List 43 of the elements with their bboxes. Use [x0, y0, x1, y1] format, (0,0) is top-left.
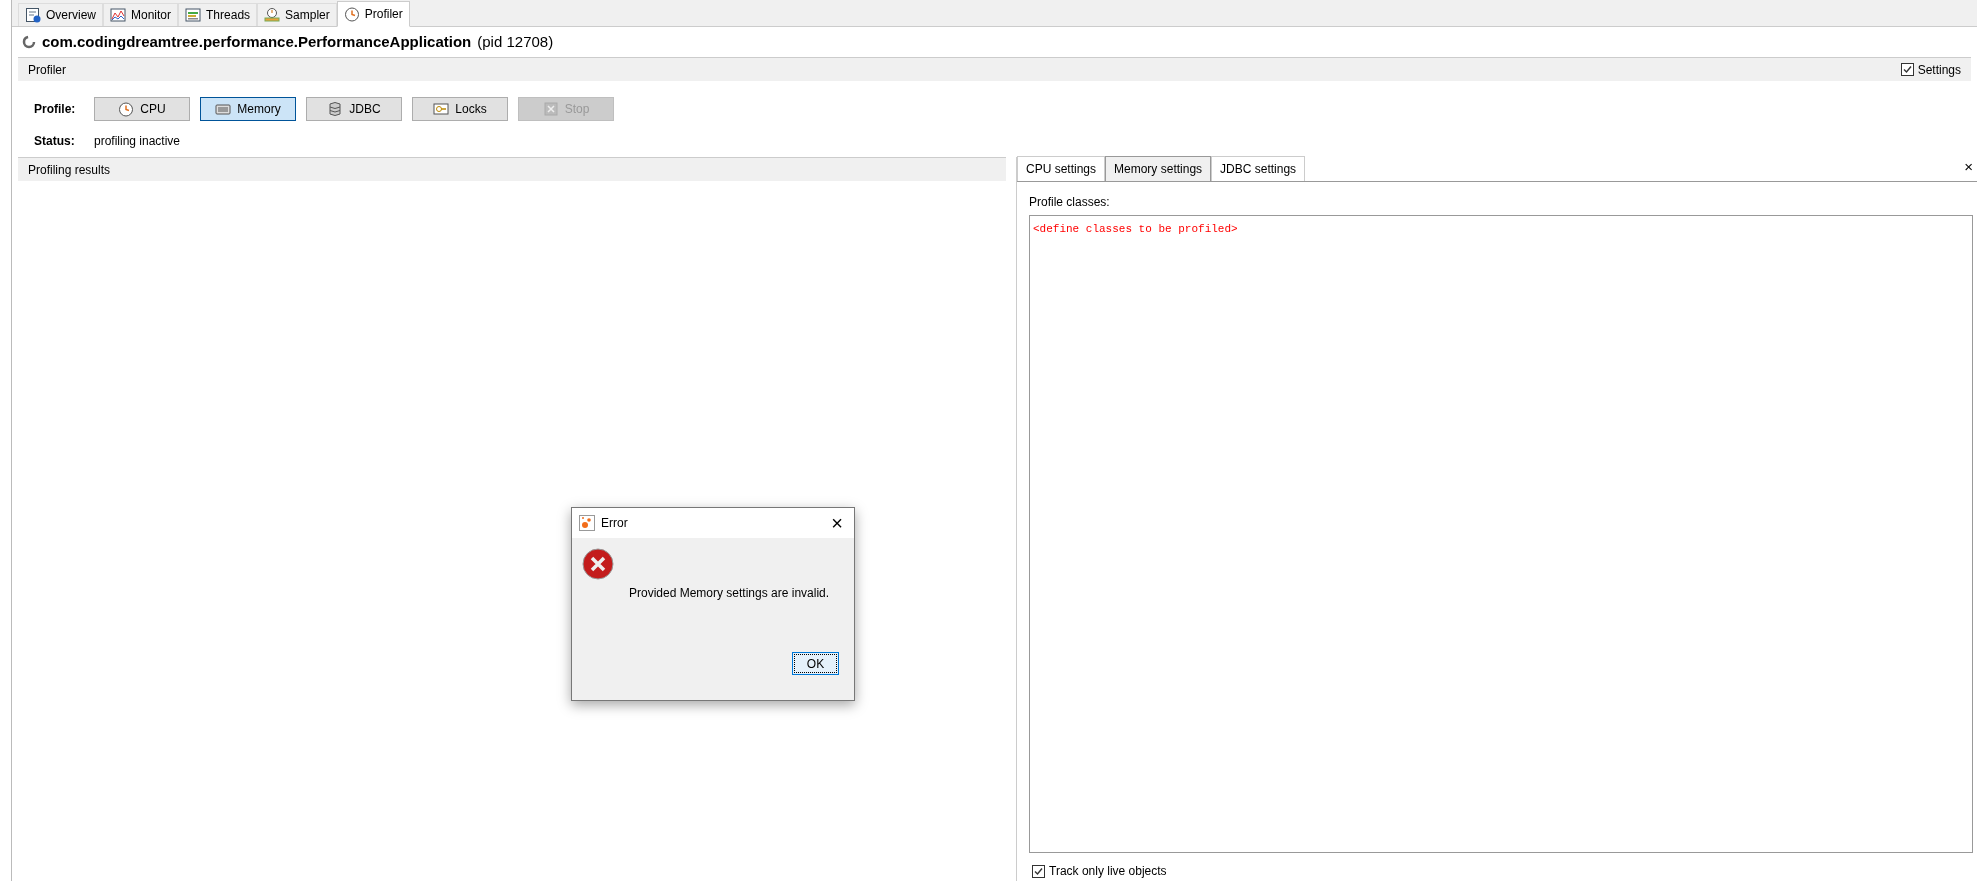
tab[interactable]: Threads	[178, 3, 258, 26]
app-icon	[579, 515, 595, 531]
memory-chip-icon	[215, 101, 232, 117]
checkbox[interactable]	[1032, 864, 1045, 878]
profile-label: Profile:	[34, 101, 74, 118]
threads-icon	[185, 7, 202, 23]
error-message: Provided Memory settings are invalid.	[629, 585, 830, 602]
profile-button[interactable]: Locks	[412, 97, 508, 121]
settings-tab[interactable]: JDBC settings	[1211, 156, 1306, 181]
profile-classes-label: Profile classes:	[1029, 194, 1111, 211]
profile-button[interactable]: CPU	[94, 97, 190, 121]
status-value: profiling inactive	[94, 133, 181, 150]
dialog-title: Error	[601, 515, 628, 532]
settings-label[interactable]: Settings	[1917, 60, 1961, 79]
chart-icon	[110, 7, 126, 23]
process-id: (pid 12708)	[477, 31, 554, 52]
tab[interactable]: Profiler	[336, 1, 410, 27]
results-title: Profiling results	[28, 161, 111, 179]
clock-icon	[118, 101, 135, 117]
document-info-icon	[25, 7, 41, 23]
settings-tab[interactable]: CPU settings	[1017, 156, 1106, 181]
database-icon	[327, 101, 344, 117]
close-button[interactable]: ×	[831, 513, 843, 533]
settings-tab[interactable]: Memory settings	[1105, 156, 1212, 181]
close-button[interactable]: ×	[1964, 159, 1973, 174]
profile-button[interactable]: JDBC	[306, 97, 402, 121]
section-title: Profiler	[28, 61, 66, 79]
track-live-label[interactable]: Track only live objects	[1049, 862, 1167, 880]
stop-icon	[542, 101, 559, 117]
clock-icon	[343, 6, 360, 22]
application-name: com.codingdreamtree.performance.PerformanceApplication	[42, 31, 472, 52]
ok-button[interactable]: OK	[792, 652, 839, 675]
error-icon	[582, 548, 614, 580]
tab[interactable]: Sampler	[257, 3, 337, 26]
key-icon	[433, 101, 450, 117]
tab[interactable]: Overview	[18, 3, 103, 26]
status-label: Status:	[34, 133, 74, 150]
sampler-icon	[264, 7, 281, 23]
checkbox[interactable]	[1900, 63, 1914, 76]
loading-spinner-icon	[22, 35, 36, 49]
profile-button[interactable]: Memory	[200, 97, 296, 121]
profile-classes-field[interactable]: <define classes to be profiled>	[1029, 215, 1973, 853]
tab[interactable]: Monitor	[103, 3, 179, 26]
